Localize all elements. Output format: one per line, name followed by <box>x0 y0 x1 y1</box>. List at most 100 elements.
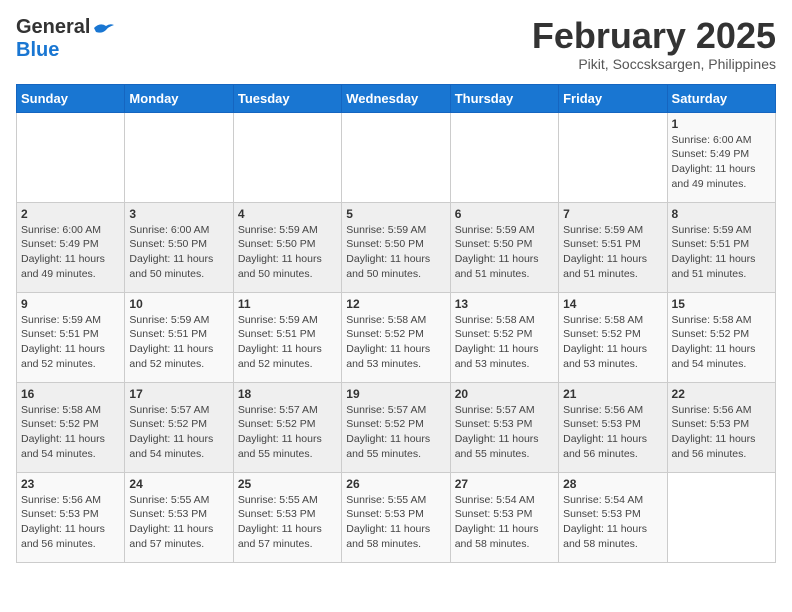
header-wednesday: Wednesday <box>342 84 450 112</box>
logo-text: General <box>16 16 114 39</box>
calendar-cell: 14 Sunrise: 5:58 AMSunset: 5:52 PMDayligh… <box>559 292 667 382</box>
calendar-cell: 20Sunrise: 5:57 AMSunset: 5:53 PMDayligh… <box>450 382 558 472</box>
day-info: Sunrise: 5:58 AMSunset: 5:52 PMDaylight:… <box>563 313 662 372</box>
day-number: 28 <box>563 477 662 491</box>
day-info: Sunrise: 5:59 AMSunset: 5:50 PMDaylight:… <box>346 223 445 282</box>
calendar-cell <box>450 112 558 202</box>
header-saturday: Saturday <box>667 84 775 112</box>
day-number: 8 <box>672 207 771 221</box>
day-info: Sunrise: 5:54 AMSunset: 5:53 PMDaylight:… <box>563 493 662 552</box>
day-number: 15 <box>672 297 771 311</box>
calendar-cell: 23 Sunrise: 5:56 AMSunset: 5:53 PMDayligh… <box>17 472 125 562</box>
calendar-body: 1 Sunrise: 6:00 AMSunset: 5:49 PMDaylight… <box>17 112 776 562</box>
day-number: 17 <box>129 387 228 401</box>
calendar-cell <box>342 112 450 202</box>
calendar-cell: 6Sunrise: 5:59 AMSunset: 5:50 PMDaylight… <box>450 202 558 292</box>
logo-blue-text: Blue <box>16 39 59 62</box>
day-info: Sunrise: 5:56 AMSunset: 5:53 PMDaylight:… <box>672 403 771 462</box>
calendar-cell: 5Sunrise: 5:59 AMSunset: 5:50 PMDaylight… <box>342 202 450 292</box>
day-info: Sunrise: 5:58 AMSunset: 5:52 PMDaylight:… <box>21 403 120 462</box>
calendar-week-2: 9 Sunrise: 5:59 AMSunset: 5:51 PMDaylight… <box>17 292 776 382</box>
day-number: 14 <box>563 297 662 311</box>
day-info: Sunrise: 5:58 AMSunset: 5:52 PMDaylight:… <box>672 313 771 372</box>
day-info: Sunrise: 5:59 AMSunset: 5:51 PMDaylight:… <box>563 223 662 282</box>
calendar-cell: 18 Sunrise: 5:57 AMSunset: 5:52 PMDayligh… <box>233 382 341 472</box>
day-number: 27 <box>455 477 554 491</box>
calendar-cell: 11Sunrise: 5:59 AMSunset: 5:51 PMDayligh… <box>233 292 341 382</box>
day-info: Sunrise: 5:55 AMSunset: 5:53 PMDaylight:… <box>346 493 445 552</box>
calendar-cell: 15 Sunrise: 5:58 AMSunset: 5:52 PMDayligh… <box>667 292 775 382</box>
calendar-table: SundayMondayTuesdayWednesdayThursdayFrid… <box>16 84 776 563</box>
day-number: 13 <box>455 297 554 311</box>
day-info: Sunrise: 5:56 AMSunset: 5:53 PMDaylight:… <box>21 493 120 552</box>
calendar-cell: 2 Sunrise: 6:00 AMSunset: 5:49 PMDaylight… <box>17 202 125 292</box>
day-info: Sunrise: 5:57 AMSunset: 5:52 PMDaylight:… <box>238 403 337 462</box>
calendar-week-0: 1Sunrise: 6:00 AMSunset: 5:49 PMDaylight… <box>17 112 776 202</box>
calendar-cell <box>667 472 775 562</box>
header-sunday: Sunday <box>17 84 125 112</box>
day-info: Sunrise: 6:00 AMSunset: 5:49 PMDaylight:… <box>21 223 120 282</box>
day-number: 1 <box>672 117 771 131</box>
day-number: 6 <box>455 207 554 221</box>
day-info: Sunrise: 5:59 AMSunset: 5:51 PMDaylight:… <box>21 313 120 372</box>
day-number: 10 <box>129 297 228 311</box>
calendar-cell: 25Sunrise: 5:55 AMSunset: 5:53 PMDayligh… <box>233 472 341 562</box>
calendar-cell: 12Sunrise: 5:58 AMSunset: 5:52 PMDayligh… <box>342 292 450 382</box>
day-info: Sunrise: 5:55 AMSunset: 5:53 PMDaylight:… <box>238 493 337 552</box>
calendar-cell: 9 Sunrise: 5:59 AMSunset: 5:51 PMDaylight… <box>17 292 125 382</box>
calendar-cell: 26 Sunrise: 5:55 AMSunset: 5:53 PMDayligh… <box>342 472 450 562</box>
header-monday: Monday <box>125 84 233 112</box>
day-info: Sunrise: 5:58 AMSunset: 5:52 PMDaylight:… <box>346 313 445 372</box>
logo: General Blue <box>16 16 114 62</box>
calendar-week-4: 23 Sunrise: 5:56 AMSunset: 5:53 PMDayligh… <box>17 472 776 562</box>
day-number: 23 <box>21 477 120 491</box>
day-number: 24 <box>129 477 228 491</box>
calendar-cell: 21Sunrise: 5:56 AMSunset: 5:53 PMDayligh… <box>559 382 667 472</box>
calendar-cell: 24 Sunrise: 5:55 AMSunset: 5:53 PMDayligh… <box>125 472 233 562</box>
calendar-cell <box>17 112 125 202</box>
calendar-header: SundayMondayTuesdayWednesdayThursdayFrid… <box>17 84 776 112</box>
calendar-cell <box>233 112 341 202</box>
calendar-cell: 28 Sunrise: 5:54 AMSunset: 5:53 PMDayligh… <box>559 472 667 562</box>
day-info: Sunrise: 5:54 AMSunset: 5:53 PMDaylight:… <box>455 493 554 552</box>
calendar-cell: 1Sunrise: 6:00 AMSunset: 5:49 PMDaylight… <box>667 112 775 202</box>
day-number: 2 <box>21 207 120 221</box>
calendar-cell: 8 Sunrise: 5:59 AMSunset: 5:51 PMDaylight… <box>667 202 775 292</box>
calendar-cell: 4 Sunrise: 5:59 AMSunset: 5:50 PMDaylight… <box>233 202 341 292</box>
calendar-cell: 16 Sunrise: 5:58 AMSunset: 5:52 PMDayligh… <box>17 382 125 472</box>
calendar-week-3: 16 Sunrise: 5:58 AMSunset: 5:52 PMDayligh… <box>17 382 776 472</box>
logo-bird-icon <box>92 20 114 36</box>
location: Pikit, Soccsksargen, Philippines <box>532 56 776 72</box>
calendar-cell: 10 Sunrise: 5:59 AMSunset: 5:51 PMDayligh… <box>125 292 233 382</box>
header-tuesday: Tuesday <box>233 84 341 112</box>
header-thursday: Thursday <box>450 84 558 112</box>
logo-general: General <box>16 16 90 39</box>
calendar-cell <box>559 112 667 202</box>
day-info: Sunrise: 6:00 AMSunset: 5:50 PMDaylight:… <box>129 223 228 282</box>
day-number: 20 <box>455 387 554 401</box>
day-info: Sunrise: 5:59 AMSunset: 5:51 PMDaylight:… <box>129 313 228 372</box>
calendar-cell: 17 Sunrise: 5:57 AMSunset: 5:52 PMDayligh… <box>125 382 233 472</box>
day-info: Sunrise: 5:59 AMSunset: 5:51 PMDaylight:… <box>672 223 771 282</box>
day-info: Sunrise: 5:57 AMSunset: 5:52 PMDaylight:… <box>129 403 228 462</box>
title-section: February 2025 Pikit, Soccsksargen, Phili… <box>532 16 776 72</box>
calendar-cell: 22 Sunrise: 5:56 AMSunset: 5:53 PMDayligh… <box>667 382 775 472</box>
calendar-cell: 7 Sunrise: 5:59 AMSunset: 5:51 PMDaylight… <box>559 202 667 292</box>
day-number: 9 <box>21 297 120 311</box>
day-number: 22 <box>672 387 771 401</box>
calendar-cell: 19Sunrise: 5:57 AMSunset: 5:52 PMDayligh… <box>342 382 450 472</box>
day-number: 26 <box>346 477 445 491</box>
calendar-cell: 27 Sunrise: 5:54 AMSunset: 5:53 PMDayligh… <box>450 472 558 562</box>
day-number: 16 <box>21 387 120 401</box>
page-header: General Blue February 2025 Pikit, Soccsk… <box>16 16 776 72</box>
day-number: 4 <box>238 207 337 221</box>
day-number: 21 <box>563 387 662 401</box>
day-info: Sunrise: 5:58 AMSunset: 5:52 PMDaylight:… <box>455 313 554 372</box>
header-friday: Friday <box>559 84 667 112</box>
day-info: Sunrise: 5:59 AMSunset: 5:50 PMDaylight:… <box>238 223 337 282</box>
calendar-week-1: 2 Sunrise: 6:00 AMSunset: 5:49 PMDaylight… <box>17 202 776 292</box>
calendar-header-row: SundayMondayTuesdayWednesdayThursdayFrid… <box>17 84 776 112</box>
day-info: Sunrise: 5:55 AMSunset: 5:53 PMDaylight:… <box>129 493 228 552</box>
day-number: 7 <box>563 207 662 221</box>
day-number: 18 <box>238 387 337 401</box>
